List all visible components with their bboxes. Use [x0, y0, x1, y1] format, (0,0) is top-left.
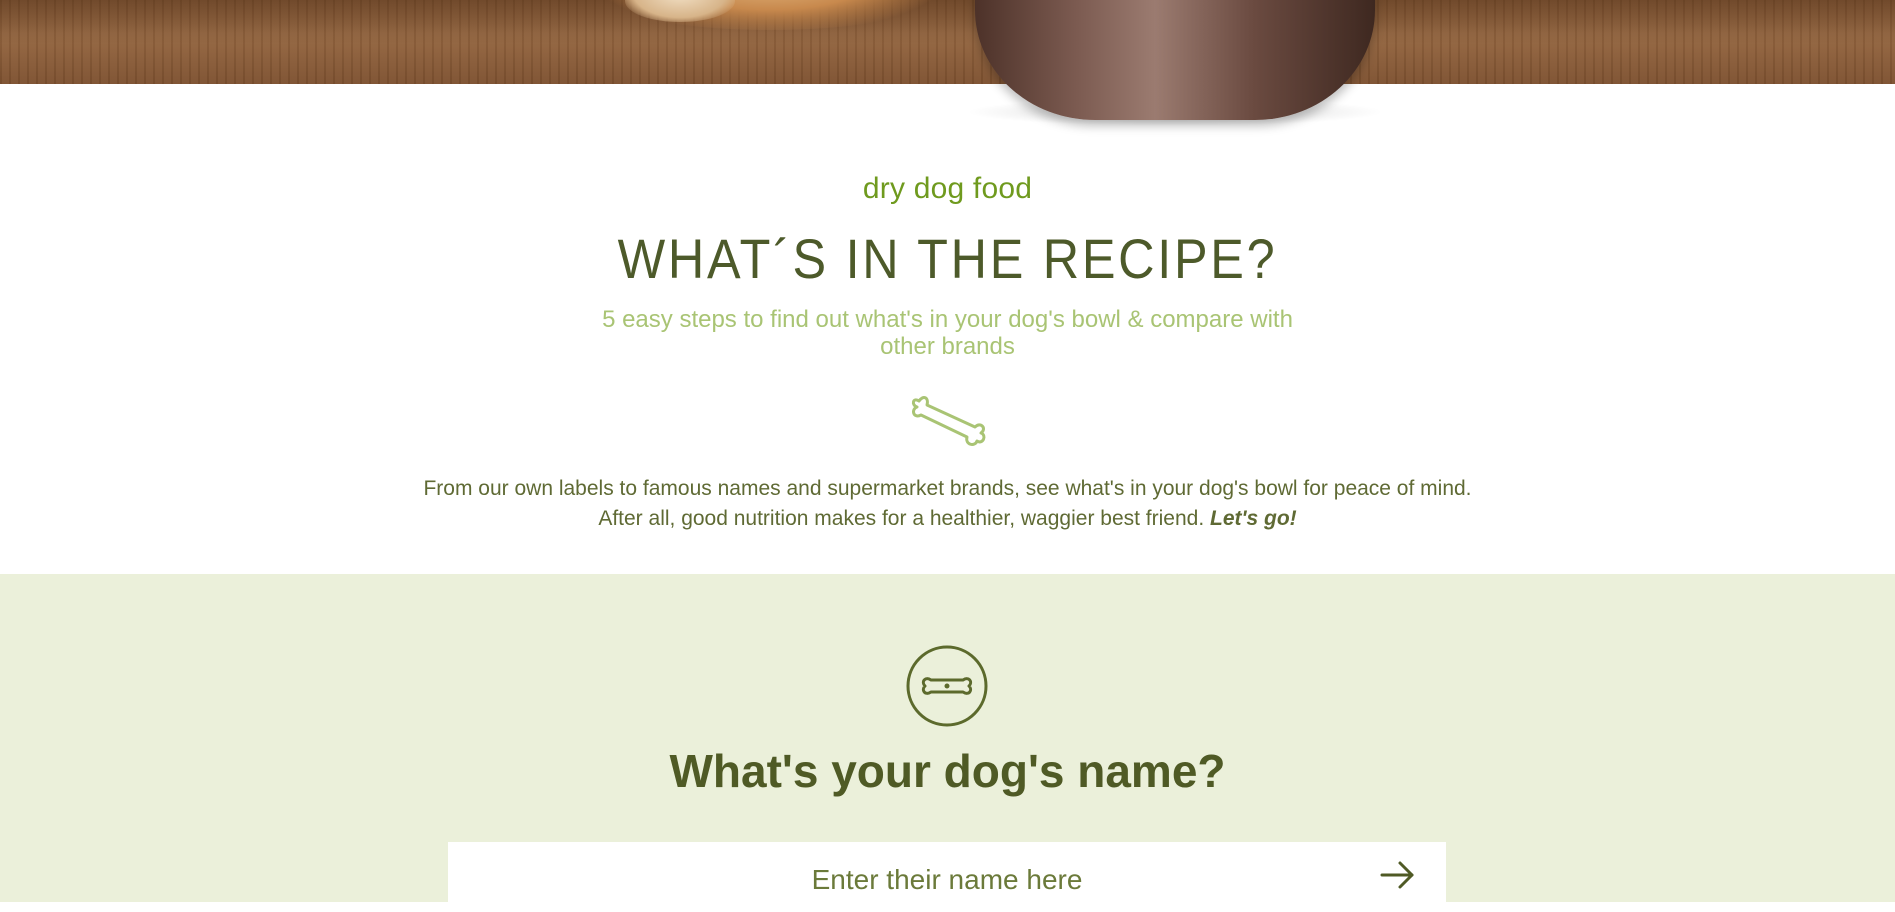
- intro-body-line-2-text: After all, good nutrition makes for a he…: [598, 507, 1205, 530]
- lets-go-text: Let's go!: [1210, 507, 1297, 530]
- intro-body-line-1: From our own labels to famous names and …: [423, 477, 1472, 500]
- step-question: What's your dog's name?: [669, 745, 1226, 797]
- dog-name-step: What's your dog's name?: [0, 574, 1895, 912]
- intro-body: From our own labels to famous names and …: [300, 474, 1595, 534]
- page-subtitle: 5 easy steps to find out what's in your …: [602, 306, 1293, 360]
- page-title: WHAT´S IN THE RECIPE?: [617, 227, 1278, 290]
- hero-image: [0, 0, 1895, 84]
- dog-bowl-image: [975, 0, 1375, 120]
- bone-badge-icon: [906, 645, 988, 727]
- intro-body-line-2: After all, good nutrition makes for a he…: [300, 504, 1595, 534]
- category-label: dry dog food: [862, 172, 1033, 205]
- intro-section: dry dog food WHAT´S IN THE RECIPE? 5 eas…: [0, 84, 1895, 574]
- arrow-right-icon[interactable]: [1378, 858, 1418, 892]
- bone-icon: [911, 396, 986, 446]
